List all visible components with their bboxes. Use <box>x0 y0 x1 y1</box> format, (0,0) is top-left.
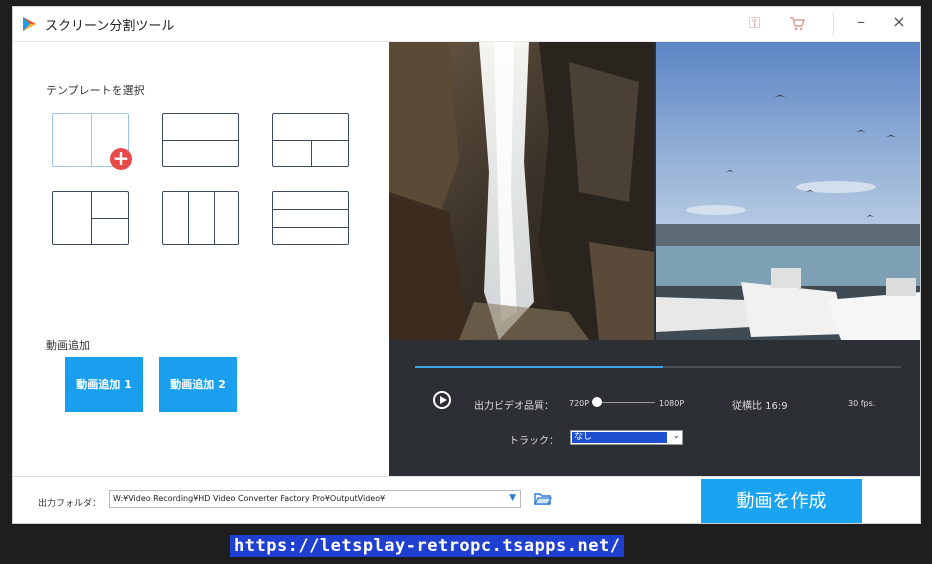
template-divider <box>91 218 129 219</box>
template-divider <box>311 140 312 167</box>
template-split-3-horizontal[interactable] <box>272 191 349 245</box>
create-video-button[interactable]: 動画を作成 <box>701 479 862 523</box>
video-preview-harbor[interactable] <box>656 42 921 340</box>
quality-label: 出力ビデオ品質： <box>474 401 554 412</box>
chevron-down-icon[interactable]: ▼ <box>509 493 516 503</box>
url-watermark: https://letsplay-retropc.tsapps.net/ <box>230 535 625 557</box>
window-title: スクリーン分割ツール <box>45 19 175 34</box>
quality-slider-knob[interactable] <box>592 397 602 407</box>
template-left-full-right-2[interactable] <box>52 191 129 245</box>
add-plus-icon[interactable]: + <box>110 148 132 170</box>
output-folder-label: 出力フォルダ： <box>38 499 102 509</box>
template-divider <box>91 114 92 166</box>
template-divider <box>273 209 348 210</box>
template-top-full-bottom-2[interactable] <box>272 113 349 167</box>
add-video-1-button[interactable]: 動画追加 1 <box>65 357 143 412</box>
add-video-2-button[interactable]: 動画追加 2 <box>159 357 237 412</box>
template-split-2-vertical[interactable]: + <box>52 113 132 170</box>
quality-slider-track[interactable] <box>597 402 655 403</box>
bottom-bar: 出力フォルダ： W:¥Video Recording¥HD Video Conv… <box>13 476 920 523</box>
template-section-title: テンプレートを選択 <box>46 84 145 97</box>
template-split-3-vertical[interactable] <box>162 191 239 245</box>
titlebar-separator <box>833 13 834 35</box>
quality-max-label: 1080P <box>659 399 685 408</box>
preview-panel: 出力ビデオ品質： 720P 1080P 従横比 16:9 30 fps. トラッ… <box>389 42 921 476</box>
output-folder-path: W:¥Video Recording¥HD Video Converter Fa… <box>113 494 386 503</box>
track-label: トラック： <box>509 436 559 447</box>
track-selected-value: なし <box>572 432 667 443</box>
folder-open-icon[interactable] <box>534 492 552 506</box>
playback-timeline[interactable] <box>415 366 901 368</box>
title-bar: スクリーン分割ツール ⚿ – × <box>13 7 920 42</box>
template-divider <box>163 140 238 141</box>
timeline-progress <box>415 366 663 368</box>
fps-label: 30 fps. <box>848 399 876 408</box>
app-logo-icon <box>23 17 36 31</box>
track-select[interactable]: なし ⌄ <box>570 430 683 445</box>
template-divider <box>188 192 189 244</box>
template-panel: テンプレートを選択 + 動画追加 動画追加 1 動画追加 2 <box>13 42 389 476</box>
template-split-2-horizontal[interactable] <box>162 113 239 167</box>
play-icon[interactable] <box>433 391 451 409</box>
app-window: スクリーン分割ツール ⚿ – × テンプレートを選択 + 動画追加 動画追加 1… <box>12 6 921 524</box>
close-icon[interactable]: × <box>887 12 911 31</box>
aspect-ratio-label: 従横比 16:9 <box>732 401 788 412</box>
video-preview-waterfall[interactable] <box>389 42 654 340</box>
minimize-icon[interactable]: – <box>849 12 873 31</box>
quality-min-label: 720P <box>569 399 590 408</box>
template-divider <box>214 192 215 244</box>
add-video-section-title: 動画追加 <box>46 339 90 352</box>
output-folder-field[interactable]: W:¥Video Recording¥HD Video Converter Fa… <box>109 490 521 508</box>
template-divider <box>273 227 348 228</box>
chevron-down-icon[interactable]: ⌄ <box>672 431 680 441</box>
key-icon[interactable]: ⚿ <box>749 14 760 32</box>
cart-icon[interactable] <box>789 16 805 32</box>
